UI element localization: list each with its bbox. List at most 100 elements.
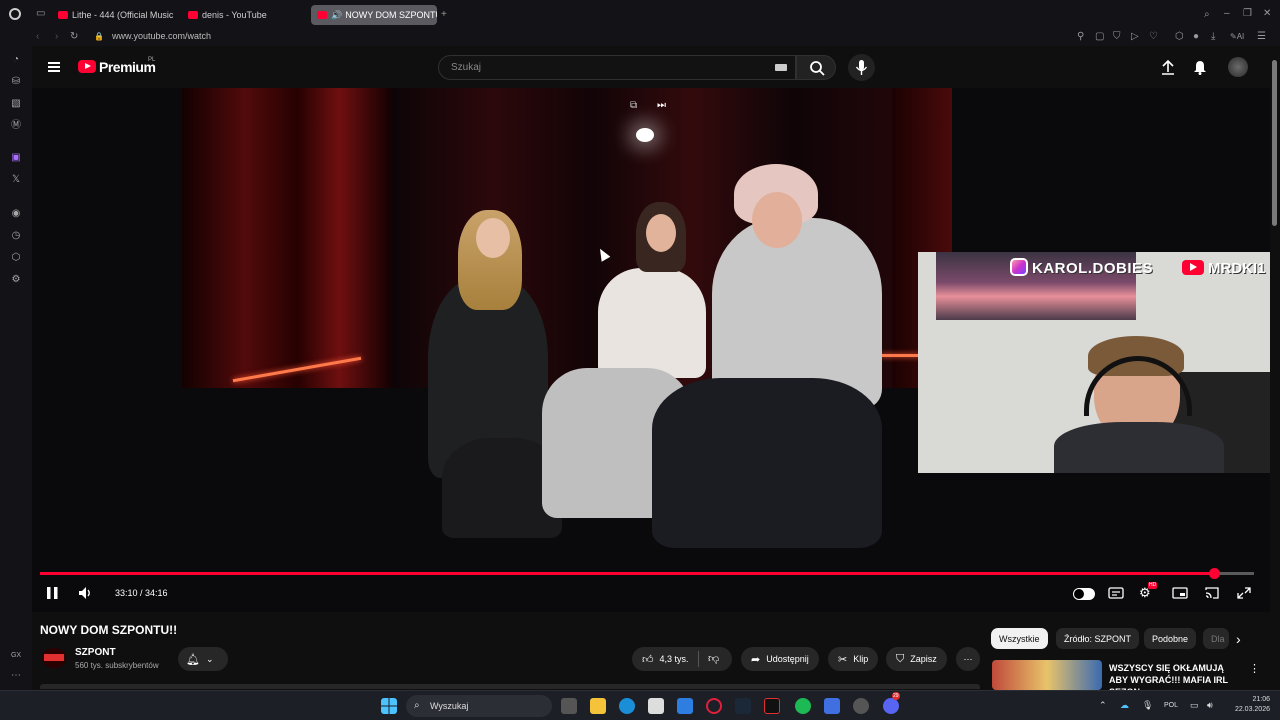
notifications-bell-icon[interactable] <box>1193 59 1207 75</box>
chip-source[interactable]: Źródło: SZPONT <box>1056 628 1140 649</box>
history-icon[interactable]: ◷ <box>10 230 22 242</box>
tray-microphone-icon[interactable]: 🎙︎ <box>1142 700 1153 711</box>
skip-next-icon[interactable]: ⏭ <box>657 100 666 111</box>
avatar[interactable] <box>1228 57 1248 77</box>
workspaces-icon[interactable]: ▭ <box>36 8 45 20</box>
speed-dial-icon[interactable]: ◔ <box>10 54 22 66</box>
reload-icon[interactable]: ↻ <box>70 31 78 43</box>
network-icon[interactable]: ▭ <box>1190 700 1199 711</box>
taskbar-search[interactable]: ⌕ Wyszukaj <box>406 695 552 717</box>
subtitles-icon[interactable] <box>1108 586 1124 600</box>
volume-icon[interactable] <box>77 586 93 600</box>
windows-start-icon[interactable] <box>381 698 397 714</box>
thumbs-down-icon[interactable]: 👎︎ <box>708 652 719 665</box>
spotify-icon[interactable] <box>795 698 811 714</box>
maximize-icon[interactable]: ❐ <box>1243 8 1252 20</box>
tray-volume-icon[interactable]: 🔊︎ <box>1207 700 1213 711</box>
settings-icon[interactable]: ⚙ <box>10 274 22 286</box>
miniplayer-icon[interactable]: ⧉ <box>630 100 637 111</box>
download-icon[interactable]: ⤓ <box>1211 31 1215 43</box>
channel-avatar[interactable] <box>42 648 66 668</box>
recommendation-thumbnail[interactable] <box>992 660 1102 690</box>
pin-icon[interactable]: ⚲ <box>1077 31 1084 43</box>
edge-icon[interactable] <box>619 698 635 714</box>
tab-nowy-dom-szpontu[interactable]: 🔊 NOWY DOM SZPONTU <box>311 5 437 25</box>
youtube-logo-icon[interactable] <box>78 60 96 73</box>
app-icon[interactable] <box>824 698 840 714</box>
chatgpt-icon[interactable] <box>853 698 869 714</box>
more-icon[interactable]: ⋯ <box>10 670 22 682</box>
description-box[interactable] <box>40 684 980 689</box>
subscription-bell-button[interactable]: 🔔︎ ⌄ <box>178 647 228 671</box>
progress-bar[interactable] <box>40 568 1254 579</box>
task-view-icon[interactable] <box>561 698 577 714</box>
settings-button[interactable]: ⚙ HD <box>1139 582 1158 600</box>
video-player[interactable]: ⧉ ⏭ KAROL.DOBIES MRDKI1 <box>32 88 1270 612</box>
cast-icon[interactable] <box>1204 586 1220 600</box>
url-field[interactable]: www.youtube.com/watch <box>112 31 211 41</box>
fullscreen-icon[interactable] <box>1236 586 1252 600</box>
language-indicator[interactable]: POL <box>1164 702 1178 709</box>
upload-icon[interactable] <box>1161 59 1175 75</box>
voice-search-button[interactable] <box>848 54 875 81</box>
store-icon[interactable] <box>648 698 664 714</box>
save-button[interactable]: ⛉ Zapisz <box>886 647 947 671</box>
chip-for-you[interactable]: Dla <box>1203 628 1229 649</box>
new-tab-plus-icon[interactable]: + <box>441 9 447 21</box>
x-twitter-icon[interactable]: 𝕏 <box>10 174 22 186</box>
onedrive-icon[interactable]: ☁ <box>1120 700 1129 711</box>
recommendation-menu-icon[interactable]: ⋮ <box>1249 662 1260 675</box>
cube-icon[interactable]: ▧ <box>10 98 22 110</box>
shield-icon[interactable]: ⛉ <box>1113 31 1121 43</box>
discord-icon[interactable]: 29 <box>883 692 900 714</box>
profile-icon[interactable]: ● <box>1193 31 1199 43</box>
clip-button[interactable]: ✂ Klip <box>828 647 879 671</box>
forward-icon[interactable]: › <box>55 31 58 43</box>
minimize-icon[interactable]: – <box>1224 8 1230 20</box>
tray-chevron-up-icon[interactable]: ⌃ <box>1099 700 1107 711</box>
capcut-icon[interactable] <box>764 698 780 714</box>
chip-all[interactable]: Wszystkie <box>991 628 1048 649</box>
logo-text[interactable]: Premium <box>99 59 156 75</box>
pause-icon[interactable] <box>45 586 61 600</box>
gx-label[interactable]: GX <box>8 650 24 662</box>
bag-icon[interactable]: ⛁ <box>10 76 22 88</box>
twitch-icon[interactable]: ▣ <box>10 152 22 164</box>
channel-name[interactable]: SZPONT <box>75 647 116 658</box>
thumbs-up-icon[interactable]: 👍︎ <box>642 653 654 666</box>
tab-denis[interactable]: denis - YouTube <box>188 5 298 25</box>
file-explorer-icon[interactable] <box>590 698 606 714</box>
autoplay-toggle[interactable] <box>1073 588 1095 600</box>
ai-button[interactable]: ✎AI <box>1230 31 1244 43</box>
clock[interactable]: 21:06 22.03.2026 <box>1228 695 1270 715</box>
search-tabs-icon[interactable]: ⌕ <box>1204 9 1210 21</box>
chip-related[interactable]: Podobne <box>1144 628 1197 649</box>
share-button[interactable]: ➦ Udostępnij <box>741 647 819 671</box>
back-icon[interactable]: ‹ <box>36 31 39 43</box>
extensions-sidebar-icon[interactable]: ⬡ <box>10 252 22 264</box>
more-actions-button[interactable]: ⋯ <box>956 647 980 671</box>
opera-gx-icon[interactable] <box>706 698 722 714</box>
player-icon[interactable]: ◉ <box>10 208 22 220</box>
snapshot-icon[interactable]: ▢ <box>1095 31 1104 43</box>
autoplay-toggle-knob <box>1074 589 1084 599</box>
close-window-icon[interactable]: ✕ <box>1263 8 1271 20</box>
heart-icon[interactable]: ♡ <box>1149 31 1158 43</box>
miniplayer-mode-icon[interactable] <box>1172 586 1188 600</box>
mail-icon[interactable] <box>677 698 693 714</box>
m-app-icon[interactable]: Ⓜ <box>10 120 22 132</box>
search-input[interactable]: Szukaj <box>438 55 796 80</box>
play-icon[interactable]: ▷ <box>1131 31 1139 43</box>
page-scrollbar[interactable] <box>1272 60 1277 226</box>
extensions-icon[interactable]: ⬡ <box>1175 31 1184 43</box>
menu-icon[interactable]: ☰ <box>1257 31 1266 43</box>
search-button[interactable] <box>796 55 836 80</box>
keyboard-icon[interactable] <box>775 64 787 71</box>
chevron-right-icon[interactable]: › <box>1236 631 1241 647</box>
tab-lithe[interactable]: Lithe - 444 (Official Music <box>58 5 178 25</box>
youtube-icon <box>1182 260 1204 275</box>
steam-icon[interactable] <box>735 698 751 714</box>
opera-logo-icon[interactable] <box>9 8 21 20</box>
like-count[interactable]: 4,3 tys. <box>660 654 689 664</box>
hamburger-menu-icon[interactable] <box>48 62 60 72</box>
